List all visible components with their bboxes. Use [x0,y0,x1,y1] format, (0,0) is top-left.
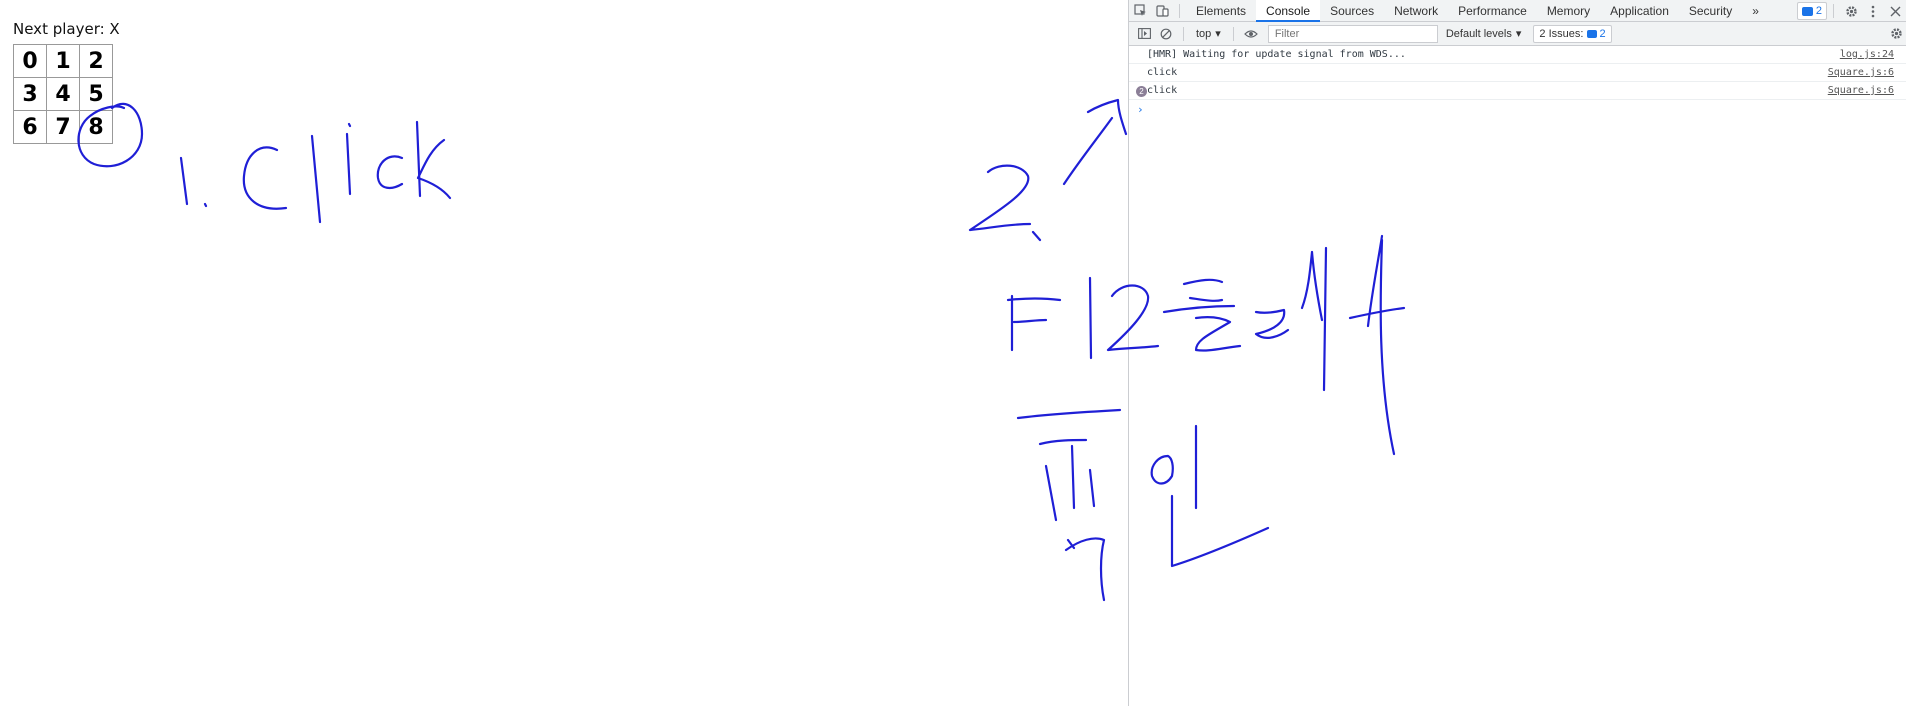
message-icon [1801,6,1813,16]
console-message-text: click [1147,85,1178,96]
chevron-down-icon: ▾ [1215,28,1221,40]
settings-gear-icon[interactable] [1840,0,1862,22]
prompt-chevron-icon: › [1137,102,1144,116]
inspect-element-icon[interactable] [1129,0,1151,22]
console-message-text: [HMR] Waiting for update signal from WDS… [1147,49,1406,60]
tab-sources[interactable]: Sources [1320,0,1384,22]
square-5[interactable]: 5 [79,77,113,111]
square-4[interactable]: 4 [46,77,80,111]
board-row: 6 7 8 [13,110,113,144]
console-prompt[interactable]: › [1129,100,1906,118]
log-levels-label: Default levels [1445,27,1512,40]
close-icon[interactable] [1884,0,1906,22]
message-icon [1587,29,1598,38]
console-source-link[interactable]: Square.js:6 [1828,67,1906,78]
square-2[interactable]: 2 [79,44,113,78]
tab-elements[interactable]: Elements [1186,0,1256,22]
console-message-row: 2 click Square.js:6 [1129,82,1906,100]
devtools-tabbar: Elements Console Sources Network Perform… [1129,0,1906,22]
console-output: [HMR] Waiting for update signal from WDS… [1129,46,1906,118]
issues-badge[interactable]: 2 [1796,2,1827,20]
clear-console-icon[interactable] [1155,23,1177,45]
app-viewport: Next player: X 0 1 2 3 4 5 6 7 8 [0,0,1128,706]
console-source-link[interactable]: log.js:24 [1840,49,1906,60]
sidebar-toggle-icon[interactable] [1133,23,1155,45]
divider [1833,4,1834,18]
issues-badge-count: 2 [1815,5,1822,17]
square-3[interactable]: 3 [13,77,47,111]
game-board: 0 1 2 3 4 5 6 7 8 [13,44,113,144]
tab-console[interactable]: Console [1256,0,1321,22]
repeat-count-badge: 2 [1136,86,1147,97]
tab-security[interactable]: Security [1679,0,1742,22]
console-message-row: click Square.js:6 [1129,64,1906,82]
square-8[interactable]: 8 [79,110,113,144]
issues-count: 2 [1587,27,1606,40]
log-levels-dropdown[interactable]: Default levels ▾ [1445,27,1522,41]
square-0[interactable]: 0 [13,44,47,78]
console-settings-gear-icon[interactable] [1888,25,1904,41]
divider [1232,26,1234,41]
issues-count-value: 2 [1599,27,1606,40]
tab-performance[interactable]: Performance [1448,0,1537,22]
tabbar-right: 2 [1796,0,1906,22]
divider [1179,3,1180,18]
more-tabs-button[interactable]: » [1742,0,1769,22]
next-player-status: Next player: X [13,20,120,38]
kebab-menu-icon[interactable] [1862,0,1884,22]
divider [1183,26,1184,41]
chevron-down-icon: ▾ [1515,28,1522,40]
console-filter-input[interactable] [1267,24,1438,43]
device-toolbar-icon[interactable] [1151,0,1173,22]
square-1[interactable]: 1 [46,44,80,78]
context-label: top [1196,27,1212,40]
tab-application[interactable]: Application [1600,0,1679,22]
live-expression-eye-icon[interactable] [1240,23,1262,45]
console-message-text: click [1147,67,1178,78]
context-selector[interactable]: top ▾ [1190,24,1227,44]
devtools-panel: Elements Console Sources Network Perform… [1128,0,1906,706]
square-6[interactable]: 6 [13,110,47,144]
square-7[interactable]: 7 [46,110,80,144]
issues-label: 2 Issues: [1539,27,1584,40]
tab-network[interactable]: Network [1384,0,1448,22]
board-row: 3 4 5 [13,77,113,111]
issues-counter-button[interactable]: 2 Issues: 2 [1533,24,1612,43]
console-message-row: [HMR] Waiting for update signal from WDS… [1129,46,1906,64]
console-toolbar: top ▾ Default levels ▾ 2 Issues: 2 [1129,22,1906,46]
console-source-link[interactable]: Square.js:6 [1828,85,1906,96]
board-row: 0 1 2 [13,44,113,78]
tab-memory[interactable]: Memory [1537,0,1600,22]
